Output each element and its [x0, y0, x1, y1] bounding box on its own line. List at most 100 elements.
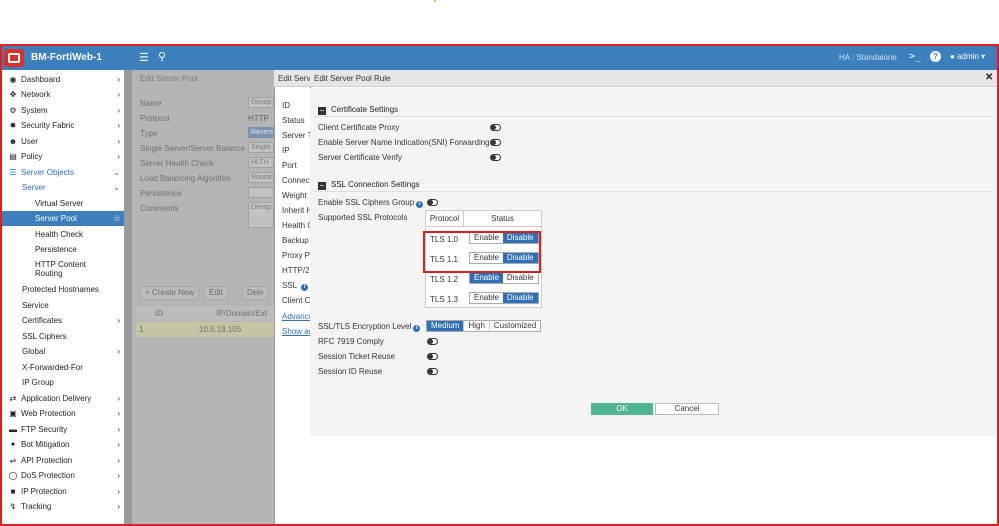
gear-icon: ⚙ — [9, 106, 17, 115]
collapse-icon[interactable]: − — [318, 182, 326, 190]
sidebar-item-tracking[interactable]: ↯ Tracking › — [2, 499, 124, 514]
client-cert-proxy-toggle[interactable] — [490, 124, 501, 131]
folder-icon: ▬ — [9, 425, 17, 434]
enable-ciphers-group-toggle[interactable] — [427, 199, 438, 206]
mid-row-http2: HTTP/2 — [282, 266, 310, 275]
session-ticket-label: Session Ticket Reuse — [318, 352, 395, 361]
enable-ciphers-group-label: Enable SSL Ciphers Group i — [318, 198, 424, 208]
sidebar-item-server[interactable]: Server ⌄ — [2, 180, 124, 195]
bg-value-protocol: HTTP — [248, 114, 269, 123]
server-cert-verify-label: Server Certificate Verify — [318, 153, 403, 162]
tls13-disable-button[interactable]: Disable — [502, 293, 538, 303]
sidebar-item-application-delivery[interactable]: ⇄ Application Delivery › — [2, 391, 124, 406]
sidebar-item-web-protection[interactable]: ▣ Web Protection › — [2, 406, 124, 421]
chevron-right-icon: › — [117, 121, 120, 130]
rfc-comply-toggle[interactable] — [427, 338, 438, 345]
sidebar-item-policy[interactable]: ▤ Policy › — [2, 149, 124, 164]
certificate-settings-header[interactable]: − Certificate Settings — [318, 105, 398, 115]
policy-icon: ▤ — [9, 152, 17, 161]
tls12-disable-button[interactable]: Disable — [503, 273, 538, 283]
sidebar-item-system[interactable]: ⚙ System › — [2, 103, 124, 118]
level-medium-button[interactable]: Medium — [427, 321, 465, 331]
section-divider — [314, 116, 992, 117]
server-cert-verify-toggle[interactable] — [490, 154, 501, 161]
sidebar-item-certificates[interactable]: Certificates › — [2, 313, 124, 328]
protocol-column-header: Protocol — [425, 210, 464, 227]
highlight-box — [423, 231, 541, 273]
sidebar-item-http-content-routing[interactable]: HTTP Content Routing — [2, 258, 112, 280]
help-icon[interactable]: ? — [930, 51, 941, 62]
chevron-right-icon: › — [117, 106, 120, 115]
mid-show-advanced-link[interactable]: Show advanced — [282, 327, 310, 336]
ssl-settings-header[interactable]: − SSL Connection Settings — [318, 180, 420, 190]
close-icon[interactable]: ✕ — [985, 72, 993, 83]
tls13-enable-button[interactable]: Enable — [470, 293, 503, 303]
delivery-icon: ⇄ — [9, 394, 17, 403]
app-title: BM-FortiWeb-1 — [31, 52, 102, 63]
sidebar-item-dos-protection[interactable]: ◯ DoS Protection › — [2, 468, 124, 483]
sidebar-item-ssl-ciphers[interactable]: SSL Ciphers — [2, 329, 124, 344]
sidebar-item-x-forwarded-for[interactable]: X-Forwarded-For — [2, 360, 124, 375]
sidebar-item-dashboard[interactable]: ◉ Dashboard › — [2, 72, 124, 87]
sni-forwarding-toggle[interactable] — [490, 139, 501, 146]
dialog-title: Edit Server Pool Rule — [314, 74, 391, 83]
admin-user-menu[interactable]: ● admin ▾ — [950, 52, 985, 61]
bg-cell-id: 1 — [139, 325, 144, 334]
sidebar-item-user[interactable]: ☻ User › — [2, 134, 124, 149]
sidebar-item-global[interactable]: Global › — [2, 344, 124, 359]
session-id-toggle[interactable] — [427, 368, 438, 375]
session-id-label: Session ID Reuse — [318, 367, 383, 376]
session-ticket-toggle[interactable] — [427, 353, 438, 360]
bg-value-type: Revers — [248, 127, 274, 138]
dialog-header — [310, 70, 997, 87]
sidebar-scrollbar[interactable] — [124, 70, 132, 524]
chevron-right-icon: › — [117, 316, 120, 325]
chevron-right-icon: › — [117, 75, 120, 84]
chevron-right-icon: › — [117, 409, 120, 418]
sidebar-item-server-pool[interactable]: Server Pool ☆ — [2, 211, 124, 226]
chevron-right-icon: › — [117, 152, 120, 161]
chevron-right-icon: › — [117, 487, 120, 496]
bg-label-algorithm: Load Balancing Algorithm — [140, 174, 231, 183]
favorite-star-icon[interactable]: ☆ — [113, 211, 121, 226]
search-icon[interactable]: ⚲ — [158, 50, 166, 63]
ok-button[interactable]: OK — [591, 403, 653, 415]
chevron-right-icon: › — [117, 425, 120, 434]
level-customized-button[interactable]: Customized — [490, 321, 540, 331]
sidebar-item-protected-hostnames[interactable]: Protected Hostnames — [2, 282, 124, 297]
cancel-button[interactable]: Cancel — [655, 403, 719, 415]
sidebar-item-security-fabric[interactable]: ✸ Security Fabric › — [2, 118, 124, 133]
bg-value-balance: Single — [248, 142, 274, 153]
top-header: BM-FortiWeb-1 ☰ ⚲ HA : Standalone >_ ? ●… — [2, 46, 997, 70]
cli-console-icon[interactable]: >_ — [909, 51, 921, 62]
sidebar-item-virtual-server[interactable]: Virtual Server — [2, 196, 124, 211]
sidebar-item-api-protection[interactable]: ⇌ API Protection › — [2, 453, 124, 468]
sidebar-item-persistence[interactable]: Persistence — [2, 242, 124, 257]
chevron-right-icon: › — [117, 456, 120, 465]
fabric-icon: ✸ — [9, 121, 17, 130]
mid-row-inherit-health: Inherit Health — [282, 206, 310, 215]
bg-value-algorithm: Round — [248, 172, 274, 183]
bg-create-new-button: + Create New — [140, 286, 200, 300]
admin-label: admin — [957, 52, 979, 61]
sidebar-item-ftp-security[interactable]: ▬ FTP Security › — [2, 422, 124, 437]
mid-advanced-link[interactable]: Advanced — [282, 312, 310, 321]
bg-cell-ip: 10.5.19.105 — [199, 325, 242, 334]
sidebar-item-health-check[interactable]: Health Check — [2, 227, 124, 242]
sidebar-item-service[interactable]: Service — [2, 298, 124, 313]
bg-delete-button: Dele — [242, 286, 269, 300]
ip-icon: ■ — [10, 487, 16, 496]
tls12-enable-button[interactable]: Enable — [470, 273, 503, 283]
sidebar-item-bot-mitigation[interactable]: ✦ Bot Mitigation › — [2, 437, 124, 452]
sidebar-item-network[interactable]: ✥ Network › — [2, 87, 124, 102]
hamburger-menu-icon[interactable]: ☰ — [139, 51, 149, 64]
collapse-icon[interactable]: − — [318, 107, 326, 115]
chevron-right-icon: › — [117, 394, 120, 403]
bg-col-ip: IP/Domain/Ext — [216, 309, 268, 318]
supported-protocols-label: Supported SSL Protocols — [318, 213, 408, 222]
sidebar-item-ip-group[interactable]: IP Group — [2, 375, 124, 390]
sidebar-item-ip-protection[interactable]: ■ IP Protection › — [2, 484, 124, 499]
mid-row-status: Status — [282, 116, 305, 125]
level-high-button[interactable]: High — [464, 321, 490, 331]
sidebar-item-server-objects[interactable]: ☰ Server Objects ⌄ — [2, 165, 124, 180]
